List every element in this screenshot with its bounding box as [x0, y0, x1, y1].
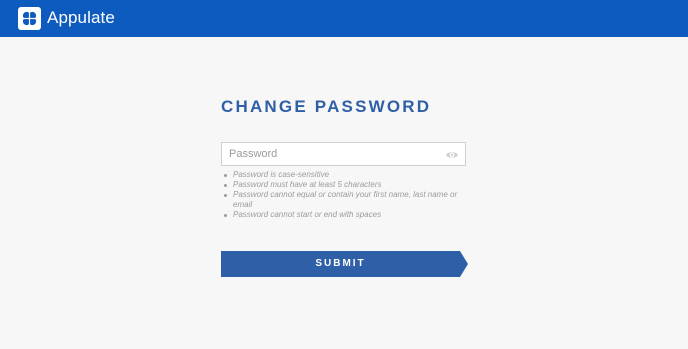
clover-icon: [22, 11, 37, 26]
brand-name: Appulate: [47, 8, 115, 27]
submit-button[interactable]: SUBMIT: [221, 251, 468, 277]
password-rule: Password is case-sensitive: [224, 170, 469, 180]
page-title: CHANGE PASSWORD: [221, 97, 432, 116]
eye-icon[interactable]: [445, 148, 459, 160]
password-rule: Password must have at least 5 characters: [224, 180, 469, 190]
submit-button-label: SUBMIT: [315, 258, 366, 269]
top-header-bar: Appulate: [0, 0, 688, 37]
password-rule: Password cannot start or end with spaces: [224, 210, 469, 220]
password-rules-list: Password is case-sensitive Password must…: [221, 170, 469, 220]
password-field[interactable]: [221, 142, 466, 166]
password-input[interactable]: [222, 143, 444, 165]
password-rule: Password cannot equal or contain your fi…: [224, 190, 469, 210]
appulate-logo[interactable]: [18, 7, 41, 30]
